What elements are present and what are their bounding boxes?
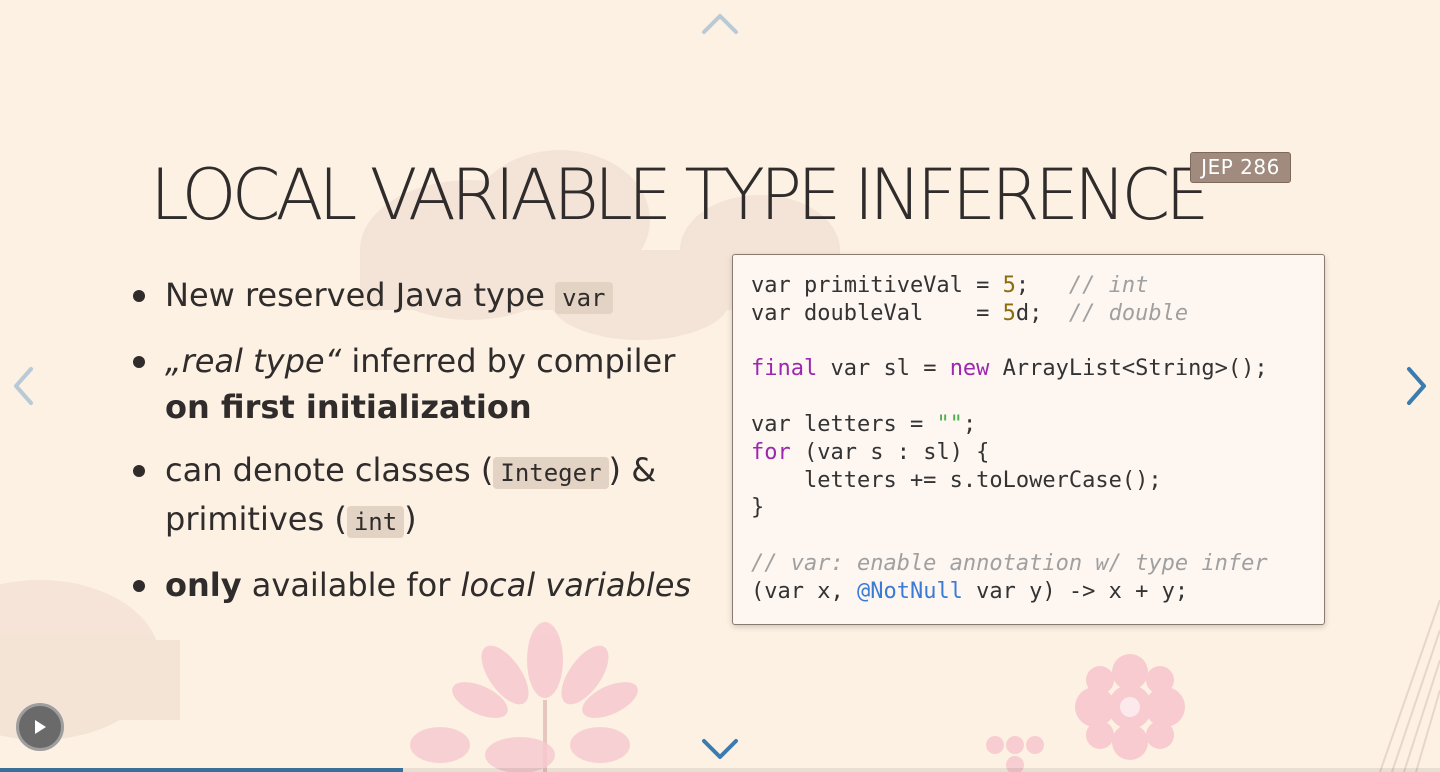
bullet-text: inferred by compiler	[341, 342, 676, 380]
list-item: „real type“ inferred by compiler on firs…	[130, 338, 710, 430]
nav-up-button[interactable]	[700, 8, 740, 38]
autoplay-button[interactable]	[16, 703, 64, 751]
chevron-down-icon	[702, 739, 738, 759]
chevron-right-icon	[1407, 367, 1426, 405]
inline-code-integer: Integer	[493, 457, 609, 489]
bullet-list: New reserved Java type var „real type“ i…	[130, 272, 710, 625]
bullet-italic: local variables	[460, 566, 692, 604]
slide-title: LOCAL VARIABLE TYPE INFERENCE	[150, 154, 1209, 236]
play-icon	[35, 720, 46, 734]
bullet-italic: „real type“	[165, 342, 342, 380]
list-item: New reserved Java type var	[130, 272, 710, 321]
bullet-bold: on first initialization	[165, 388, 532, 426]
inline-code-var: var	[555, 282, 613, 314]
list-item: only available for local variables	[130, 562, 710, 608]
jep-badge: JEP 286	[1190, 152, 1291, 183]
nav-left-button[interactable]	[6, 364, 40, 408]
bullet-text: )	[404, 500, 417, 538]
code-block[interactable]: var primitiveVal = 5; // int var doubleV…	[732, 254, 1325, 625]
bullet-text: available for	[241, 566, 461, 604]
chevron-up-icon	[702, 14, 738, 34]
progress-fill	[0, 768, 404, 772]
nav-right-button[interactable]	[1400, 364, 1434, 408]
bullet-text: New reserved Java type	[165, 276, 556, 314]
inline-code-int: int	[346, 506, 405, 538]
list-item: can denote classes (Integer) & primitive…	[130, 447, 710, 545]
bullet-bold: only	[165, 566, 242, 604]
chevron-left-icon	[14, 367, 33, 405]
bullet-text: can denote classes (	[165, 451, 494, 489]
code-content: var primitiveVal = 5; // int var doubleV…	[751, 273, 1268, 604]
nav-down-button[interactable]	[700, 734, 740, 764]
progress-bar	[0, 768, 1440, 772]
